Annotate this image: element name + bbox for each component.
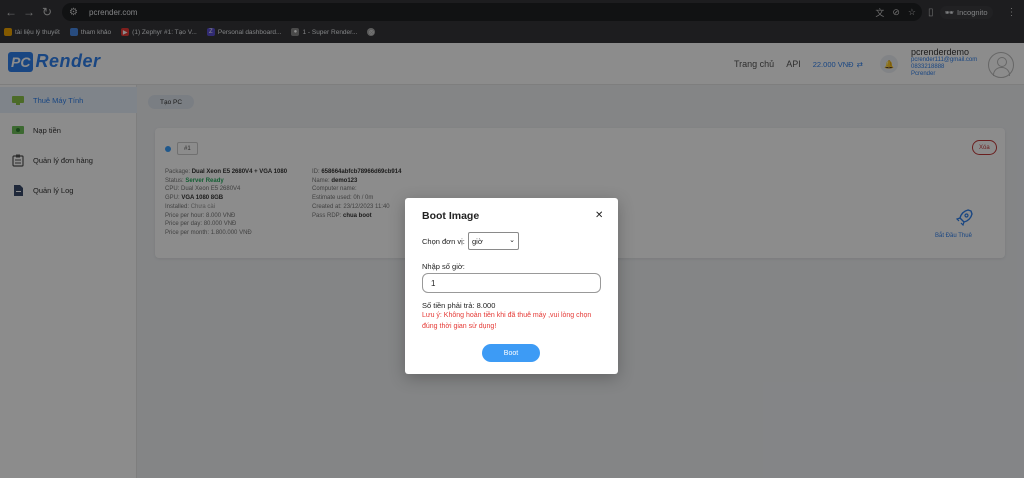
hours-label: Nhập số giờ: (422, 262, 465, 271)
hours-input-value: 1 (431, 278, 436, 288)
unit-select-value: giờ (472, 236, 483, 246)
total-price: Số tiền phải trả: 8.000 (422, 301, 496, 310)
refund-warning: Lưu ý: Không hoàn tiền khi đã thuê máy ,… (422, 312, 592, 330)
chevron-down-icon: ⌄ (509, 237, 515, 244)
close-icon[interactable]: ✕ (595, 210, 603, 221)
hours-input[interactable]: 1 (422, 273, 601, 293)
unit-select[interactable]: giờ ⌄ (468, 232, 519, 250)
boot-button[interactable]: Boot (482, 344, 540, 362)
modal-title: Boot Image (422, 210, 480, 222)
unit-label: Chọn đơn vị: (422, 237, 465, 246)
boot-image-modal: Boot Image ✕ Chọn đơn vị: giờ ⌄ Nhập số … (405, 198, 618, 374)
